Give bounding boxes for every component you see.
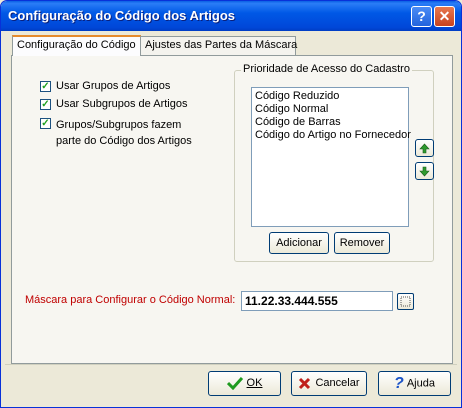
list-item[interactable]: Código de Barras xyxy=(255,116,341,128)
use-groups-checkbox[interactable]: ✓ xyxy=(40,81,51,92)
move-down-button[interactable] xyxy=(415,162,434,180)
footer-separator xyxy=(5,364,457,365)
priority-list[interactable]: Código Reduzido Código Normal Código de … xyxy=(251,87,411,227)
arrow-up-icon xyxy=(419,143,430,153)
use-subgroups-option[interactable]: ✓ Usar Subgrupos de Artigos xyxy=(40,98,187,110)
tab-configuracao-codigo[interactable]: Configuração do Código xyxy=(12,35,141,56)
tab-ajustes-mascara[interactable]: Ajustes das Partes da Máscara xyxy=(140,36,298,55)
help-label: Ajuda xyxy=(406,377,435,390)
tab-label: Configuração do Código xyxy=(17,39,136,51)
add-button[interactable]: Adicionar xyxy=(269,232,329,254)
cancel-button[interactable]: Cancelar xyxy=(291,371,367,396)
ellipsis-icon xyxy=(400,296,411,307)
ok-label: OK xyxy=(246,377,263,389)
help-icon[interactable]: ? xyxy=(411,6,432,27)
groups-in-code-checkbox[interactable]: ✓ xyxy=(40,118,51,129)
mask-input[interactable]: 11.22.33.444.555 xyxy=(241,291,393,311)
add-button-label: Adicionar xyxy=(276,237,322,249)
groups-in-code-label: Grupos/Subgrupos fazem parte do Código d… xyxy=(56,117,192,149)
groups-in-code-label-line1: Grupos/Subgrupos fazem xyxy=(56,119,182,131)
cancel-x-icon xyxy=(299,377,311,389)
help-button[interactable]: ? Ajuda xyxy=(378,371,451,396)
priority-label: Prioridade de Acesso do Cadastro xyxy=(241,63,412,75)
mask-browse-button[interactable] xyxy=(397,293,414,310)
list-item[interactable]: Código do Artigo no Fornecedor xyxy=(255,129,411,141)
window-title: Configuração do Código dos Artigos xyxy=(8,8,236,23)
close-icon[interactable]: ✕ xyxy=(434,6,455,27)
tab-label: Ajustes das Partes da Máscara xyxy=(145,39,298,51)
use-subgroups-checkbox[interactable]: ✓ xyxy=(40,99,51,110)
groups-in-code-option[interactable]: ✓ Grupos/Subgrupos fazem parte do Código… xyxy=(40,117,192,149)
ok-check-icon xyxy=(226,377,243,391)
remove-button-label: Remover xyxy=(339,237,385,249)
use-groups-option[interactable]: ✓ Usar Grupos de Artigos xyxy=(40,80,170,92)
use-groups-label: Usar Grupos de Artigos xyxy=(56,80,171,92)
groups-in-code-label-line2: parte do Código dos Artigos xyxy=(56,135,192,147)
title-bar[interactable]: Configuração do Código dos Artigos ? ✕ xyxy=(1,1,461,31)
list-item[interactable]: Código Reduzido xyxy=(255,90,339,102)
help-question-icon: ? xyxy=(394,375,404,392)
dialog-window: Configuração do Código dos Artigos ? ✕ C… xyxy=(0,0,462,408)
remove-button[interactable]: Remover xyxy=(334,232,390,254)
ok-button[interactable]: OK xyxy=(208,371,281,396)
arrow-down-icon xyxy=(419,166,430,176)
use-subgroups-label: Usar Subgrupos de Artigos xyxy=(56,98,188,110)
list-item[interactable]: Código Normal xyxy=(255,103,328,115)
mask-label: Máscara para Configurar o Código Normal: xyxy=(25,294,236,306)
cancel-label: Cancelar xyxy=(315,377,360,389)
move-up-button[interactable] xyxy=(415,139,434,157)
